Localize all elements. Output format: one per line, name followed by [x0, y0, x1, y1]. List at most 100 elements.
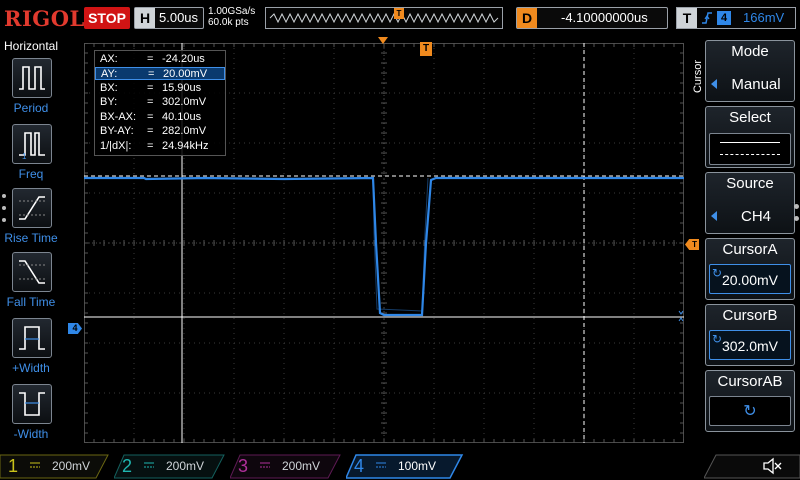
- channel-4-tab[interactable]: 4 100mV: [346, 454, 464, 479]
- cursor-mode-button[interactable]: Mode Manual: [705, 40, 795, 102]
- trigger-source: 4: [717, 11, 731, 25]
- trigger-level-marker[interactable]: T: [685, 239, 699, 250]
- cursor-ax-eq: =: [147, 53, 154, 65]
- rising-edge-icon: [702, 12, 712, 24]
- menu-indicator-dot: [794, 216, 799, 221]
- measure-rise-time-label: Rise Time: [4, 231, 58, 245]
- cursor-menu-title: Cursor: [692, 60, 704, 94]
- cursor-ab-knob-icon: ↻: [743, 403, 757, 420]
- channel-3-number: 3: [238, 456, 249, 476]
- dc-coupling-icon: [30, 461, 40, 469]
- brand-logo: RIGOL: [4, 6, 85, 31]
- positive-width-icon: [12, 318, 52, 358]
- cursor-by-eq: =: [147, 96, 154, 108]
- channel-1-number: 1: [8, 456, 19, 476]
- cursor-by-ay-eq: =: [147, 125, 154, 137]
- measure-rise-time-item[interactable]: Rise Time: [0, 188, 62, 252]
- channel-2-scale: 200mV: [166, 459, 205, 473]
- cursor-b-value-box[interactable]: ↻ 302.0mV: [709, 330, 791, 360]
- dc-coupling-icon: [144, 461, 154, 469]
- cursor-inv-dx-value: 24.94kHz: [162, 140, 209, 152]
- cursor-bx-value: 15.90us: [162, 82, 202, 94]
- cursor-source-value: CH4: [740, 208, 771, 225]
- horizontal-menu-title: Horizontal: [3, 39, 59, 53]
- frequency-icon: 1: [12, 124, 52, 164]
- cursor-b-title: CursorB: [722, 307, 778, 324]
- cursor-b-button[interactable]: CursorB ↻ 302.0mV: [705, 304, 795, 366]
- svg-text:1: 1: [22, 152, 27, 161]
- cursor-ay-eq: =: [148, 68, 155, 80]
- cursor-by-ay-value: 282.0mV: [162, 125, 207, 137]
- cursor-a-button[interactable]: CursorA ↻ 20.00mV: [705, 238, 795, 300]
- cursor-row-ay: AY: = 20.00mV: [95, 67, 225, 80]
- cursor-readout-panel: AX: = -24.20us AY: = 20.00mV BX: = 15.90…: [94, 50, 226, 156]
- cursor-ay-value: 20.00mV: [163, 68, 208, 80]
- cursor-ab-value-box[interactable]: ↻: [709, 396, 791, 426]
- measure-fall-time-label: Fall Time: [6, 295, 56, 309]
- channel-3-tab[interactable]: 3 200mV: [230, 454, 342, 479]
- negative-width-icon: [12, 384, 52, 424]
- trigger-level: 166mV: [743, 10, 785, 25]
- period-icon: [12, 58, 52, 98]
- cursor-mode-value: Manual: [731, 76, 781, 93]
- cursor-row-ax: AX: = -24.20us: [95, 53, 225, 66]
- cursor-select-lines-icon: [709, 133, 791, 165]
- fall-time-icon: [12, 252, 52, 292]
- sample-rate: 1.00GSa/s: [208, 6, 256, 17]
- cursor-mode-title: Mode: [731, 43, 769, 60]
- trigger-label: T: [677, 8, 697, 28]
- cursor-a-value-box[interactable]: ↻ 20.00mV: [709, 264, 791, 294]
- cursor-source-button[interactable]: Source CH4: [705, 172, 795, 234]
- measure-pos-width-item[interactable]: +Width: [0, 318, 62, 382]
- measure-freq-item[interactable]: 1 Freq: [0, 124, 62, 188]
- cursor-bx-ax-value: 40.10us: [162, 111, 202, 123]
- acquisition-info: 1.00GSa/s 60.0k pts: [208, 6, 255, 28]
- channel-2-number: 2: [122, 456, 133, 476]
- cursor-ab-button[interactable]: CursorAB ↻: [705, 370, 795, 432]
- cursor-source-title: Source: [726, 175, 774, 192]
- cursor-bx-ax-eq: =: [147, 111, 154, 123]
- channel-2-tab[interactable]: 2 200mV: [114, 454, 226, 479]
- trigger-position-marker-icon: [378, 37, 388, 44]
- channel-bar: 1 200mV 2 200mV 3 200mV 4 100mV: [0, 452, 800, 480]
- cursor-select-button[interactable]: Select: [705, 106, 795, 168]
- channel-1-tab[interactable]: 1 200mV: [0, 454, 110, 479]
- cursor-by-value: 302.0mV: [162, 96, 207, 108]
- cursor-row-by-ay: BY-AY: = 282.0mV: [95, 125, 225, 138]
- bottom-right-tab-shape: [704, 454, 800, 479]
- delay-value: -4.10000000us: [561, 10, 648, 25]
- cursor-row-bx-ax: BX-AX: = 40.10us: [95, 111, 225, 124]
- timebase-box[interactable]: H 5.00us: [134, 7, 204, 29]
- channel-4-scale: 100mV: [398, 459, 437, 473]
- measure-fall-time-item[interactable]: Fall Time: [0, 252, 62, 316]
- ch4-waveform-ghost: [372, 177, 429, 312]
- channel-4-offset-marker[interactable]: 4: [68, 323, 82, 334]
- delay-label: D: [517, 8, 537, 28]
- memory-trigger-marker: T: [394, 8, 404, 19]
- timebase-value: 5.00us: [159, 10, 199, 25]
- speaker-muted-icon[interactable]: [762, 457, 782, 475]
- measure-freq-label: Freq: [18, 167, 44, 181]
- measure-neg-width-item[interactable]: -Width: [0, 384, 62, 448]
- trigger-box[interactable]: T 4 166mV: [676, 7, 796, 29]
- cursor-row-by: BY: = 302.0mV: [95, 96, 225, 109]
- delay-box[interactable]: D -4.10000000us: [516, 7, 668, 29]
- menu-indicator-dot: [794, 204, 799, 209]
- memory-depth: 60.0k pts: [208, 17, 249, 28]
- memory-overview[interactable]: T: [265, 7, 503, 29]
- horizontal-measure-menu: Horizontal Period 1 Freq Rise Time Fall …: [0, 38, 62, 452]
- cursor-ax-key: AX:: [100, 53, 118, 65]
- run-stop-button[interactable]: STOP: [84, 7, 130, 29]
- cursor-ay-key: AY:: [101, 68, 118, 80]
- measure-period-item[interactable]: Period: [0, 58, 62, 122]
- cursor-by-ay-key: BY-AY:: [100, 125, 134, 137]
- cursor-ax-value: -24.20us: [162, 53, 205, 65]
- cursor-select-title: Select: [729, 109, 771, 126]
- cursor-bx-ax-key: BX-AX:: [100, 111, 137, 123]
- dc-coupling-icon: [376, 461, 386, 469]
- cursor-inv-dx-key: 1/|dX|:: [100, 140, 132, 152]
- cursor-inv-dx-eq: =: [147, 140, 154, 152]
- memory-overview-wave-icon: [269, 12, 499, 24]
- cursor-bx-key: BX:: [100, 82, 118, 94]
- cursor-row-bx: BX: = 15.90us: [95, 82, 225, 95]
